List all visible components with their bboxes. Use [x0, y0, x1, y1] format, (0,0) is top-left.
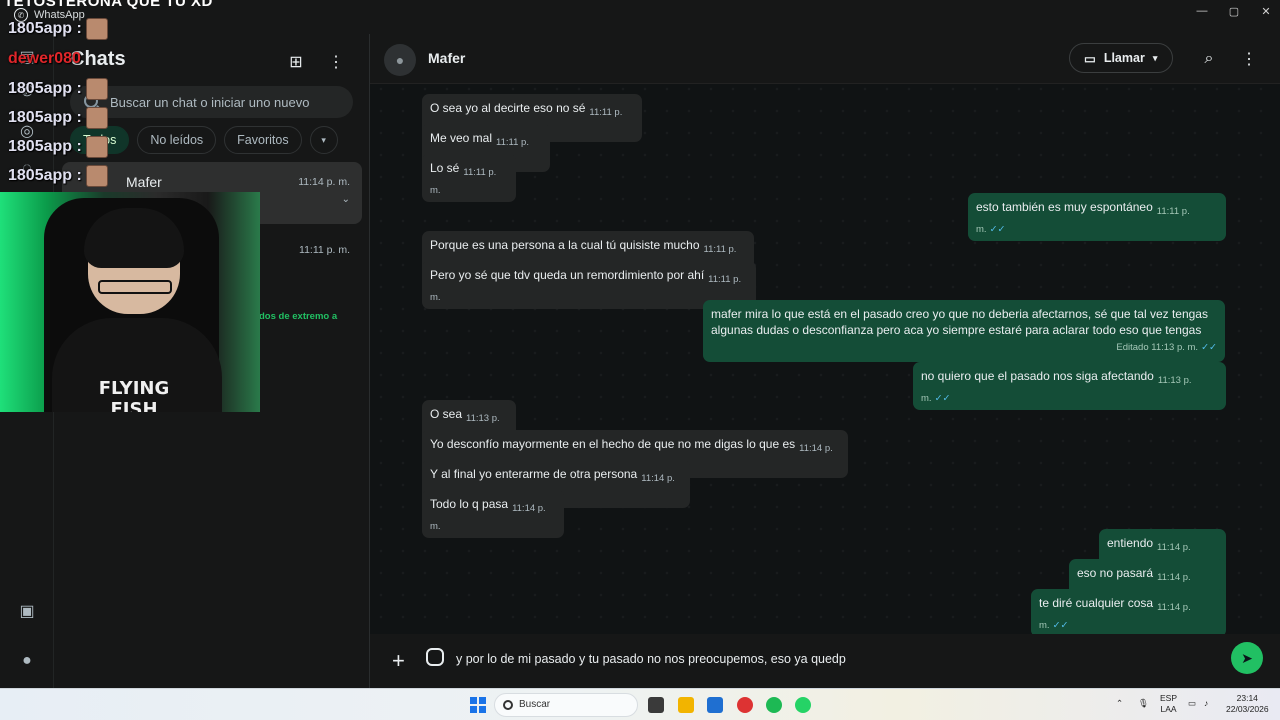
message-text: no quiero que el pasado nos siga afectan…	[921, 369, 1154, 383]
task-view-icon[interactable]	[648, 697, 664, 713]
overlay-chat-line: 1805app :	[8, 107, 108, 129]
store-icon[interactable]	[707, 697, 723, 713]
chat-time: 11:14 p. m.	[298, 176, 350, 188]
send-button[interactable]: ➤	[1231, 642, 1263, 674]
message-text: te diré cualquier cosa	[1039, 596, 1154, 610]
message-text: entiendo	[1107, 536, 1154, 550]
filter-unread[interactable]: No leídos	[137, 126, 217, 154]
menu-icon[interactable]: ⋮	[322, 48, 350, 76]
message-input[interactable]	[456, 646, 1196, 672]
message-text: Me veo mal	[430, 131, 493, 145]
search-icon	[503, 700, 513, 710]
chat-name: Mafer	[126, 174, 162, 190]
chevron-down-icon: ▾	[1152, 52, 1158, 63]
call-button[interactable]: ▭ Llamar ▾	[1069, 43, 1173, 73]
message-text: O sea yo al decirte eso no sé	[430, 101, 586, 115]
whatsapp-taskbar-icon[interactable]	[795, 697, 811, 713]
message-edited-time: Editado 11:13 p. m. ✓✓	[1116, 342, 1217, 353]
search-input[interactable]	[110, 86, 340, 118]
emote-icon	[85, 78, 108, 100]
volume-icon[interactable]: ♪	[1204, 698, 1208, 709]
browser-icon[interactable]	[737, 697, 753, 713]
file-explorer-icon[interactable]	[678, 697, 694, 713]
message-bubble-out[interactable]: no quiero que el pasado nos siga afectan…	[913, 362, 1226, 410]
overlay-chat-line: 1805app :	[8, 165, 108, 187]
emote-icon	[85, 107, 108, 129]
message-bubble-in[interactable]: Todo lo q pasa 11:14 p. m.	[422, 490, 564, 538]
taskbar-search[interactable]: Buscar	[494, 693, 638, 717]
message-text: Porque es una persona a la cual tú quisi…	[430, 238, 700, 252]
minimize-button[interactable]: —	[1184, 2, 1220, 20]
sticker-icon[interactable]	[426, 648, 444, 666]
whatsapp-window: TETOSTERONA QUE TU XD ✆ WhatsApp — ▢ ✕ ▤…	[0, 0, 1280, 688]
shirt-print: FLYING FISH	[98, 378, 170, 412]
message-text: esto también es muy espontáneo	[976, 200, 1153, 214]
tray-expand-icon[interactable]: ⌃	[1116, 698, 1123, 709]
message-text: Todo lo q pasa	[430, 497, 509, 511]
filter-favorites[interactable]: Favoritos	[224, 126, 302, 154]
call-label: Llamar	[1103, 51, 1145, 65]
menu-icon[interactable]: ⋮	[1236, 46, 1262, 72]
video-call-icon: ▭	[1084, 51, 1096, 66]
overlay-chat-line: 1805app :	[8, 136, 108, 158]
maximize-button[interactable]: ▢	[1216, 2, 1252, 20]
composer: + ➤	[370, 634, 1280, 688]
search-box	[70, 86, 353, 118]
message-text: eso no pasará	[1077, 566, 1154, 580]
media-gallery-icon[interactable]: ▣	[14, 598, 40, 624]
webcam-overlay: FLYING FISH	[0, 192, 260, 412]
chat-time: 11:11 p. m.	[299, 244, 350, 256]
conversation-panel: ● Mafer ▭ Llamar ▾ ⌕ ⋮ O sea yo al decir…	[370, 34, 1280, 688]
message-bubble-in[interactable]: Lo sé 11:11 p. m.	[422, 154, 516, 202]
read-receipt-icon: ✓✓	[1052, 620, 1069, 631]
message-text: O sea	[430, 407, 463, 421]
chevron-down-icon[interactable]: ⌄	[342, 194, 350, 205]
clock[interactable]: 23:14 22/03/2026	[1226, 693, 1269, 715]
language-indicator[interactable]: ESP LAA	[1160, 693, 1177, 715]
taskbar: Buscar ⌃ 🎙 ESP LAA ▭ ♪ 23:14 22/03/2026	[0, 688, 1280, 720]
start-button[interactable]	[470, 697, 486, 713]
read-receipt-icon: ✓✓	[1201, 342, 1217, 353]
search-icon[interactable]: ⌕	[1196, 46, 1222, 72]
chat-snippet: dos de extremo a	[259, 311, 338, 322]
emote-icon	[85, 165, 108, 187]
message-text: Pero yo sé que tdv queda un remordimient…	[430, 268, 705, 282]
avatar[interactable]: ●	[384, 44, 416, 76]
message-bubble-out[interactable]: mafer mira lo que está en el pasado creo…	[703, 300, 1225, 362]
title-bar: TETOSTERONA QUE TU XD ✆ WhatsApp — ▢ ✕	[0, 0, 1280, 22]
overlay-chat-line: 1805app :	[8, 78, 108, 100]
conversation-header: ● Mafer ▭ Llamar ▾ ⌕ ⋮	[370, 34, 1280, 84]
contact-name[interactable]: Mafer	[428, 50, 465, 66]
close-button[interactable]: ✕	[1248, 2, 1280, 20]
filter-more-button[interactable]: ▾	[309, 126, 338, 154]
filter-chips: Todos No leídos Favoritos ▾	[70, 126, 338, 154]
emote-icon	[85, 136, 108, 158]
overlay-chat-line: dewer080	[8, 50, 81, 67]
message-text: Lo sé	[430, 161, 460, 175]
taskbar-search-label: Buscar	[519, 699, 551, 710]
message-text: Yo desconfío mayormente en el hecho de q…	[430, 437, 796, 451]
overlay-chat-line: 1805app :	[8, 18, 108, 40]
message-text: mafer mira lo que está en el pasado creo…	[711, 307, 1208, 337]
message-bubble-out[interactable]: esto también es muy espontáneo 11:11 p. m…	[968, 193, 1226, 241]
attach-icon[interactable]: +	[392, 648, 405, 674]
emote-icon	[85, 18, 108, 40]
read-receipt-icon: ✓✓	[934, 393, 951, 404]
new-chat-icon[interactable]: ⊞	[282, 48, 310, 76]
spotify-icon[interactable]	[766, 697, 782, 713]
message-bubble-out[interactable]: te diré cualquier cosa 11:14 p. m. ✓✓	[1031, 589, 1226, 637]
message-text: Y al final yo enterarme de otra persona	[430, 467, 638, 481]
read-receipt-icon: ✓✓	[989, 224, 1006, 235]
network-icon[interactable]: ▭	[1188, 698, 1196, 709]
profile-icon[interactable]: ●	[14, 648, 40, 674]
microphone-icon[interactable]: 🎙	[1138, 698, 1149, 709]
